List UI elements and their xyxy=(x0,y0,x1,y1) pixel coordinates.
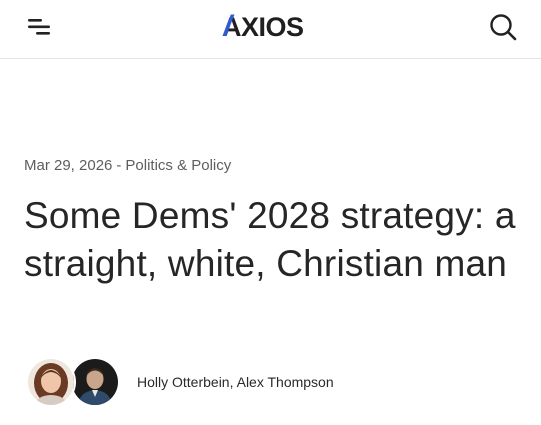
avatar-alex-thompson[interactable] xyxy=(70,357,120,407)
author-link[interactable]: Alex Thompson xyxy=(237,374,334,390)
publish-date: Mar 29, 2026 xyxy=(24,157,113,174)
axios-logo[interactable]: AXIOS xyxy=(222,11,320,42)
meta-separator: - xyxy=(116,157,122,174)
article-page: AXIOS Mar 29, 2026- Politics & Policy Som… xyxy=(0,0,541,425)
article-meta: Mar 29, 2026- Politics & Policy xyxy=(24,157,231,174)
author-link[interactable]: Holly Otterbein xyxy=(137,374,230,390)
menu-icon xyxy=(28,19,50,35)
author-avatars xyxy=(26,357,126,409)
search-icon xyxy=(490,14,517,41)
search-button[interactable] xyxy=(486,10,520,44)
menu-button[interactable] xyxy=(22,12,56,42)
author-byline: Holly Otterbein, Alex Thompson xyxy=(137,374,334,390)
article-headline: Some Dems' 2028 strategy: a straight, wh… xyxy=(24,195,516,284)
site-header: AXIOS xyxy=(0,0,541,59)
author-joiner: , xyxy=(229,374,237,390)
avatar-holly-otterbein[interactable] xyxy=(26,357,76,407)
category-link[interactable]: Politics & Policy xyxy=(125,157,231,174)
logo-text: AXIOS xyxy=(222,12,304,41)
